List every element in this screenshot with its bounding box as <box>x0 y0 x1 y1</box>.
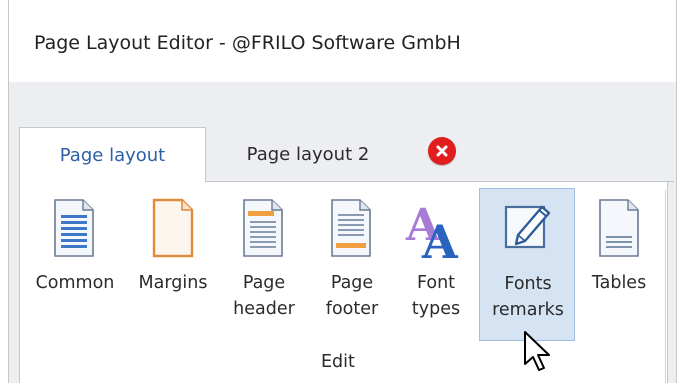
page-footer-button[interactable]: Page footer <box>312 193 392 343</box>
group-separator <box>665 190 666 383</box>
page-footer-label-1: Page <box>330 273 374 293</box>
document-lines-icon <box>49 198 99 258</box>
fonts-remarks-label-2: remarks <box>492 300 564 320</box>
window-title: Page Layout Editor - @FRILO Software Gmb… <box>34 32 461 54</box>
close-circle-icon[interactable] <box>428 137 456 165</box>
page-header-icon <box>238 198 288 258</box>
arrow-pointer-icon <box>522 330 552 374</box>
font-types-button[interactable]: A A Font types <box>398 193 474 343</box>
tables-button[interactable]: Tables <box>580 193 658 343</box>
fonts-remarks-button[interactable]: Fonts remarks <box>479 188 575 341</box>
page-header-label-1: Page <box>242 273 286 293</box>
page-margins-icon <box>148 198 198 258</box>
fonts-remarks-label-1: Fonts <box>504 274 552 294</box>
page-footer-label-2: footer <box>325 299 379 319</box>
page-header-label-2: header <box>233 299 295 319</box>
common-label: Common <box>35 273 115 293</box>
font-types-label-2: types <box>411 299 461 319</box>
font-types-label-1: Font <box>416 273 456 293</box>
common-button[interactable]: Common <box>27 193 123 343</box>
table-page-icon <box>594 198 644 258</box>
group-label-edit: Edit <box>321 352 355 372</box>
tab-page-layout-2[interactable]: Page layout 2 <box>215 127 401 182</box>
page-footer-icon <box>326 198 376 258</box>
page-header-button[interactable]: Page header <box>224 193 304 343</box>
edit-pen-icon <box>500 199 556 255</box>
tab-page-layout[interactable]: Page layout <box>19 127 206 183</box>
margins-label: Margins <box>138 273 208 293</box>
svg-text:A: A <box>421 215 459 260</box>
tables-label: Tables <box>591 273 647 293</box>
margins-button[interactable]: Margins <box>128 193 218 343</box>
font-types-icon: A A <box>404 196 468 260</box>
